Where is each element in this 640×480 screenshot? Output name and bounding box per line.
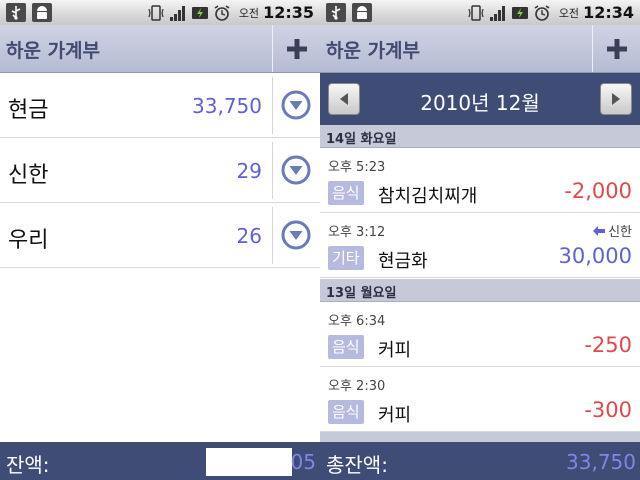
transaction-time: 오후 5:23 [328,160,386,175]
account-balance: 26 [236,224,262,248]
android-icon [352,3,372,22]
app-title: 하운 가계부 [6,40,101,62]
transaction-desc: 현금화 [378,251,428,272]
total-balance-value: 33,750 [566,450,636,474]
transaction-desc: 커피 [378,405,412,426]
transfer-source: 신한 [593,221,632,240]
balance-label: 잔액: [6,453,50,477]
month-navigator: 2010년 12월 [320,73,640,125]
usb-icon [6,3,26,22]
status-ampm: 오전 [238,6,260,20]
alarm-icon [534,4,550,21]
account-name: 우리 [8,228,49,253]
month-label: 2010년 12월 [420,91,540,115]
android-icon [32,3,52,22]
day-header: 13일 월요일 [320,279,640,302]
balance-bar: 잔액: 05 [0,442,320,480]
transaction-desc: 커피 [378,340,412,361]
status-time: 12:35 [263,3,314,22]
signal-icon [169,5,185,21]
triangle-right-icon [612,93,620,105]
account-balance: 29 [236,159,262,183]
app-title: 하운 가계부 [326,40,421,62]
divider [272,207,273,264]
day-header: 14일 화요일 [320,125,640,148]
alarm-icon [214,4,230,21]
transaction-row[interactable]: 오후 5:23 음식 참치김치찌개 -2,000 [320,148,640,213]
day-label: 13일 월요일 [326,286,397,301]
balance-value: 05 [290,450,316,474]
account-row-woori[interactable]: 우리 26 [0,203,320,268]
vibrate-icon [468,4,484,21]
vibrate-icon [148,4,164,21]
account-balance: 33,750 [192,94,262,118]
chevron-down-icon[interactable] [281,90,311,120]
total-balance-bar: 총잔액: 33,750 [320,442,640,480]
left-screen: 오전 12:35 하운 가계부 현금 33,750 신한 29 우리 26 잔액… [0,0,320,480]
plus-icon [606,38,627,59]
redaction [148,154,236,188]
account-row-cash[interactable]: 현금 33,750 [0,73,320,138]
usb-icon [326,3,346,22]
account-name: 신한 [8,163,49,188]
transaction-time: 오후 3:12 [328,225,386,240]
status-bar: 오전 12:35 [0,0,320,25]
title-bar: 하운 가계부 [320,25,640,73]
next-month-button[interactable] [600,83,632,115]
transaction-desc: 참치김치찌개 [378,186,478,207]
total-balance-label: 총잔액: [326,453,388,477]
divider [272,77,273,134]
category-tag: 기타 [328,246,364,270]
transaction-amount: -2,000 [564,179,632,203]
battery-icon [511,6,528,19]
redaction [206,448,292,476]
transaction-time: 오후 2:30 [328,379,386,394]
transaction-amount: -300 [584,398,632,422]
account-name: 현금 [8,98,49,123]
title-bar: 하운 가계부 [0,25,320,73]
transaction-time: 오후 6:34 [328,314,386,329]
chevron-down-icon[interactable] [281,220,311,250]
add-button[interactable] [592,25,640,72]
transaction-amount: -250 [584,333,632,357]
account-row-shinhan[interactable]: 신한 29 [0,138,320,203]
category-tag: 음식 [328,335,364,359]
transfer-account: 신한 [608,225,632,240]
status-ampm: 오전 [558,6,580,20]
transaction-row[interactable]: 오후 3:12 신한 기타 현금화 30,000 [320,213,640,278]
plus-icon [286,38,307,59]
category-tag: 음식 [328,181,364,205]
status-time: 12:34 [583,3,634,22]
battery-icon [191,6,208,19]
chevron-down-icon[interactable] [281,155,311,185]
arrow-left-icon [593,225,606,236]
category-tag: 음식 [328,400,364,424]
status-bar: 오전 12:34 [320,0,640,25]
divider [272,142,273,199]
transaction-row[interactable]: 오후 6:34 음식 커피 -250 [320,302,640,367]
day-label: 14일 화요일 [326,132,397,147]
right-screen: 오전 12:34 하운 가계부 2010년 12월 14일 화요일 오후 5:2… [320,0,640,480]
transaction-amount: 30,000 [558,244,632,268]
add-button[interactable] [272,25,320,72]
redaction [143,219,235,253]
signal-icon [489,5,505,21]
transaction-row[interactable]: 오후 2:30 음식 커피 -300 [320,367,640,432]
